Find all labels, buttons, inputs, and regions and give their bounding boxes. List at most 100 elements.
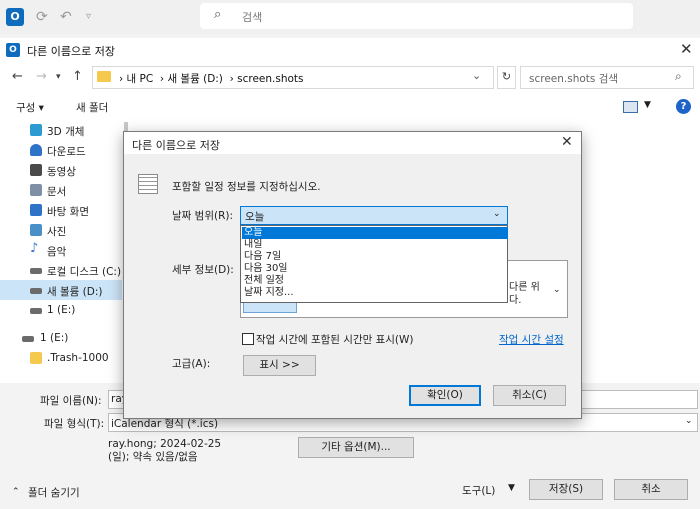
new-folder-button[interactable]: 새 폴더 — [76, 100, 108, 115]
address-dropdown-chevron-icon[interactable]: ⌄ — [472, 69, 481, 82]
breadcrumb-sep: › — [156, 73, 168, 85]
sidebar-item-usb-e-expanded[interactable]: 1 (E:) — [0, 328, 122, 348]
search-icon: ⌕ — [675, 69, 682, 83]
window-close-icon[interactable]: ✕ — [680, 40, 693, 58]
details-description: 다른 위 다. — [509, 282, 540, 306]
chevron-down-icon: ⌄ — [493, 209, 501, 219]
outlook-search-box[interactable]: ⌕ 검색 — [200, 3, 633, 29]
drive-icon — [30, 288, 42, 294]
working-hours-settings-link[interactable]: 작업 시간 설정 — [499, 332, 564, 347]
show-advanced-button[interactable]: 표시 >> — [243, 355, 316, 376]
date-range-value: 오늘 — [245, 211, 265, 223]
refresh-button[interactable]: ↻ — [497, 66, 516, 89]
breadcrumb: › 내 PC › 새 볼륨 (D:) › screen.shots — [119, 71, 304, 86]
sidebar-item-label: 음악 — [47, 246, 67, 258]
customize-quick-access-icon[interactable]: ▿ — [86, 11, 91, 22]
working-hours-label: 작업 시간에 포함된 시간만 표시(W) — [256, 334, 414, 346]
calendar-save-dialog: 다른 이름으로 저장 ✕ 포함할 일정 정보를 지정하십시오. 날짜 범위(R)… — [123, 131, 582, 419]
sidebar-item-label: 바탕 화면 — [47, 206, 89, 218]
sidebar-item-label: 1 (E:) — [47, 304, 76, 316]
outlook-app-icon: O — [6, 43, 20, 57]
dialog-title-bar: 다른 이름으로 저장 ✕ — [124, 132, 581, 154]
navigation-bar: ← → ▾ ↑ › 내 PC › 새 볼륨 (D:) › screen.shot… — [0, 62, 700, 92]
sync-icon[interactable]: ⟳ — [36, 9, 48, 25]
sidebar-item-label: 1 (E:) — [40, 332, 69, 344]
download-arrow-icon — [30, 144, 42, 156]
sidebar-item-label: 3D 개체 — [47, 126, 85, 138]
more-options-button[interactable]: 기타 옵션(M)... — [298, 437, 414, 458]
sidebar-item-label: 로컬 디스크 (C:) — [47, 266, 122, 278]
chevron-down-icon: ⌄ — [553, 285, 561, 295]
date-option-today[interactable]: 오늘 — [242, 227, 508, 239]
view-options-icon[interactable] — [623, 101, 638, 113]
address-bar[interactable]: › 내 PC › 새 볼륨 (D:) › screen.shots ⌄ — [92, 66, 494, 89]
date-range-dropdown-list: 오늘 내일 다음 7일 다음 30일 전체 일정 날짜 지정... — [240, 225, 508, 303]
date-option-whole-calendar[interactable]: 전체 일정 — [242, 275, 508, 287]
folder-icon — [97, 71, 111, 82]
sidebar-item-label: 새 볼륨 (D:) — [47, 286, 103, 298]
desktop-icon — [30, 204, 42, 216]
tools-chevron-icon[interactable]: ▼ — [508, 483, 515, 493]
outlook-logo-icon: O — [6, 8, 24, 26]
dialog-cancel-button[interactable]: 취소(C) — [493, 385, 566, 406]
breadcrumb-item-this-pc[interactable]: 내 PC — [127, 73, 154, 85]
drive-icon — [30, 268, 42, 274]
cube-icon — [30, 124, 42, 136]
breadcrumb-item-screen-shots[interactable]: screen.shots — [237, 73, 303, 85]
date-range-select[interactable]: 오늘 ⌄ — [240, 206, 508, 225]
calendar-icon — [138, 174, 158, 194]
working-hours-checkbox[interactable] — [242, 333, 254, 345]
date-range-label: 날짜 범위(R): — [172, 210, 234, 222]
sidebar-item-pictures[interactable]: 사진 — [0, 220, 122, 240]
sidebar-item-music[interactable]: ♪ 음악 — [0, 240, 122, 260]
ok-button[interactable]: 확인(O) — [409, 385, 481, 406]
undo-icon[interactable]: ↶ — [60, 9, 72, 25]
tools-button[interactable]: 도구(L) — [462, 483, 495, 498]
date-option-next-30-days[interactable]: 다음 30일 — [242, 263, 508, 275]
folder-search-placeholder: screen.shots 검색 — [529, 73, 619, 85]
filetype-chevron-icon: ⌄ — [685, 416, 693, 426]
sidebar-item-local-disk-c[interactable]: 로컬 디스크 (C:) — [0, 260, 122, 280]
back-arrow-icon[interactable]: ← — [12, 69, 23, 84]
sidebar-item-volume-d[interactable]: 새 볼륨 (D:) — [0, 280, 122, 300]
save-button[interactable]: 저장(S) — [529, 479, 603, 500]
recent-locations-chevron-icon[interactable]: ▾ — [56, 72, 61, 82]
hide-folders-button[interactable]: 폴더 숨기기 — [28, 485, 80, 500]
advanced-label: 고급(A): — [172, 358, 211, 370]
dialog-instruction: 포함할 일정 정보를 지정하십시오. — [172, 181, 321, 193]
usb-drive-icon — [22, 336, 34, 342]
chevron-up-icon[interactable]: ⌃ — [12, 487, 20, 497]
cancel-button[interactable]: 취소 — [614, 479, 688, 500]
sidebar-item-label: 동영상 — [47, 166, 76, 178]
breadcrumb-sep: › — [226, 73, 238, 85]
date-option-custom-range[interactable]: 날짜 지정... — [242, 287, 508, 299]
sidebar-item-downloads[interactable]: 다운로드 — [0, 140, 122, 160]
window-title-bar: O 다른 이름으로 저장 ✕ — [0, 38, 700, 62]
sidebar-item-label: 사진 — [47, 226, 67, 238]
picture-icon — [30, 224, 42, 236]
usb-drive-icon — [30, 308, 42, 314]
breadcrumb-item-volume-d[interactable]: 새 볼륨 (D:) — [167, 73, 222, 85]
window-title: 다른 이름으로 저장 — [27, 45, 115, 58]
sidebar-item-documents[interactable]: 문서 — [0, 180, 122, 200]
sidebar-item-label: .Trash-1000 — [47, 352, 109, 364]
sidebar-item-desktop[interactable]: 바탕 화면 — [0, 200, 122, 220]
up-arrow-icon[interactable]: ↑ — [72, 69, 83, 84]
help-icon[interactable]: ? — [676, 99, 691, 114]
sidebar-item-3d-objects[interactable]: 3D 개체 — [0, 120, 122, 140]
document-icon — [30, 184, 42, 196]
search-icon: ⌕ — [214, 7, 222, 22]
sidebar-item-label: 문서 — [47, 186, 67, 198]
sidebar-item-usb-e[interactable]: 1 (E:) — [0, 300, 122, 320]
sidebar-item-trash[interactable]: .Trash-1000 — [0, 348, 122, 368]
dialog-title: 다른 이름으로 저장 — [132, 139, 220, 152]
filename-label: 파일 이름(N): — [40, 395, 102, 407]
organize-button[interactable]: 구성 ▾ — [16, 100, 44, 115]
forward-arrow-icon[interactable]: → — [36, 69, 47, 84]
sidebar-item-videos[interactable]: 동영상 — [0, 160, 122, 180]
view-options-chevron-icon[interactable]: ▼ — [644, 100, 651, 110]
dialog-close-icon[interactable]: ✕ — [561, 134, 573, 150]
date-option-next-7-days[interactable]: 다음 7일 — [242, 251, 508, 263]
folder-search-input[interactable]: screen.shots 검색 ⌕ — [520, 66, 694, 89]
date-option-tomorrow[interactable]: 내일 — [242, 239, 508, 251]
